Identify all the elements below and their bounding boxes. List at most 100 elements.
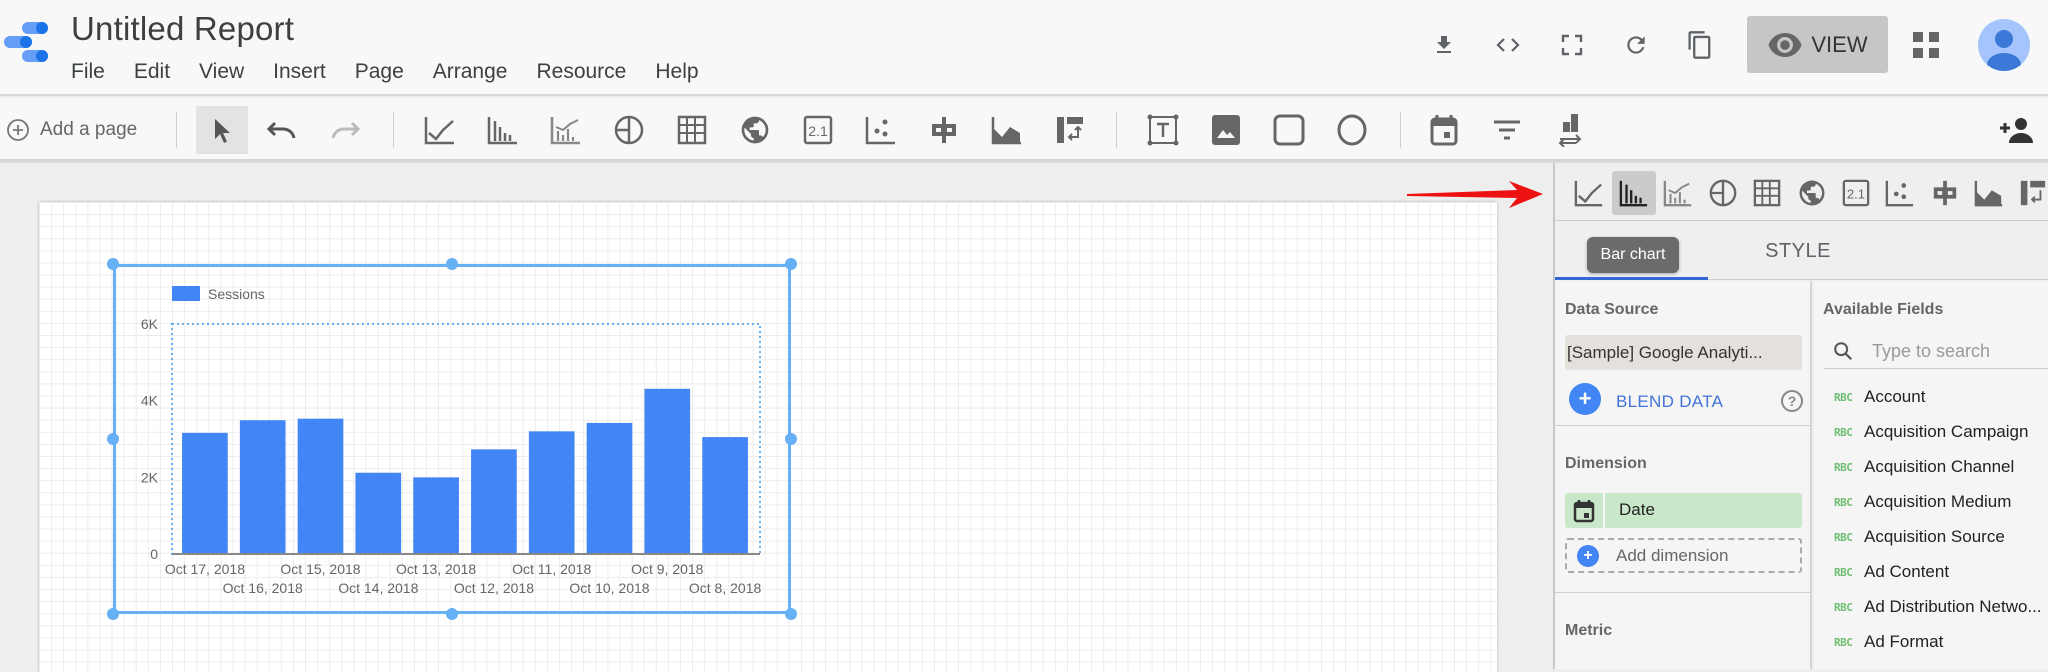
apps-grid-icon[interactable] <box>1909 28 1943 62</box>
annotation-arrow-icon <box>1407 181 1543 208</box>
data-source-heading: Data Source <box>1565 301 1659 318</box>
y-tick-label: 2K <box>141 469 159 485</box>
resize-handle-right[interactable] <box>785 433 797 445</box>
tab-style[interactable]: STYLE <box>1708 222 1888 280</box>
bar-chart-icon-selected[interactable] <box>1612 171 1656 215</box>
data-config-column: Data Source [Sample] Google Analyti... +… <box>1555 281 1812 669</box>
scorecard-icon[interactable]: 2.1 <box>798 110 838 150</box>
menu-arrange[interactable]: Arrange <box>433 60 508 84</box>
report-title[interactable]: Untitled Report <box>71 10 294 48</box>
bar <box>644 388 691 554</box>
pivot-table-icon[interactable] <box>2013 173 2048 213</box>
geo-map-icon[interactable] <box>735 110 775 150</box>
dimension-chip-date[interactable]: Date <box>1565 493 1802 528</box>
bar-chart-tooltip: Bar chart <box>1587 237 1679 273</box>
view-mode-button[interactable]: VIEW <box>1747 16 1888 73</box>
field-item[interactable]: RBC Acquisition Campaign <box>1814 419 2048 449</box>
refresh-icon[interactable] <box>1619 28 1653 62</box>
help-icon[interactable]: ? <box>1781 390 1803 412</box>
filter-control-icon[interactable] <box>1487 110 1527 150</box>
y-tick-label: 4K <box>141 393 159 409</box>
bar-chart-icon[interactable] <box>483 110 523 150</box>
field-item[interactable]: RBC Ad Format <box>1814 629 2048 659</box>
resize-handle-bottom-left[interactable] <box>107 608 119 620</box>
add-page-button[interactable]: Add a page <box>6 118 137 142</box>
field-item[interactable]: RBC Acquisition Channel <box>1814 454 2048 484</box>
pie-chart-icon[interactable] <box>1703 173 1743 213</box>
text-type-icon: RBC <box>1834 531 1853 544</box>
time-series-chart-icon[interactable] <box>420 110 460 150</box>
menu-file[interactable]: File <box>71 60 105 84</box>
bullet-chart-icon[interactable] <box>1925 173 1965 213</box>
add-dimension-button[interactable]: + Add dimension <box>1565 538 1802 573</box>
geo-map-icon[interactable] <box>1792 173 1832 213</box>
menu-help[interactable]: Help <box>655 60 698 84</box>
table-icon[interactable] <box>1747 173 1787 213</box>
section-divider <box>1555 592 1812 593</box>
select-tool-button[interactable] <box>196 106 248 154</box>
resize-handle-bottom-right[interactable] <box>785 608 797 620</box>
menu-view[interactable]: View <box>199 60 244 84</box>
text-type-icon: RBC <box>1834 496 1853 509</box>
text-type-icon: RBC <box>1834 391 1853 404</box>
resize-handle-left[interactable] <box>107 433 119 445</box>
redo-icon[interactable] <box>325 110 365 150</box>
menu-resource[interactable]: Resource <box>536 60 626 84</box>
date-range-icon[interactable] <box>1424 110 1464 150</box>
field-item[interactable]: RBC Ad Distribution Netwo... <box>1814 594 2048 624</box>
bar <box>355 472 402 554</box>
x-tick-label: Oct 12, 2018 <box>454 580 534 596</box>
resize-handle-top-right[interactable] <box>785 258 797 270</box>
undo-icon[interactable] <box>262 110 302 150</box>
scatter-chart-icon[interactable] <box>1880 173 1920 213</box>
field-item[interactable]: RBC Account <box>1814 384 2048 414</box>
field-item[interactable]: RBC Ad Content <box>1814 559 2048 589</box>
bullet-chart-icon[interactable] <box>924 110 964 150</box>
toolbar-divider <box>1116 112 1117 148</box>
pie-chart-icon[interactable] <box>609 110 649 150</box>
field-search-input[interactable] <box>1872 337 2048 365</box>
data-source-selector[interactable]: [Sample] Google Analyti... <box>1565 335 1802 370</box>
fullscreen-icon[interactable] <box>1555 28 1589 62</box>
copy-icon[interactable] <box>1683 28 1717 62</box>
text-box-icon[interactable] <box>1143 110 1183 150</box>
view-button-label: VIEW <box>1811 31 1868 57</box>
add-page-label: Add a page <box>40 119 138 140</box>
rectangle-icon[interactable] <box>1269 110 1309 150</box>
blend-data-button[interactable]: BLEND DATA <box>1616 392 1723 412</box>
scorecard-icon[interactable]: 2.1 <box>1836 173 1876 213</box>
menu-page[interactable]: Page <box>355 60 404 84</box>
area-chart-icon[interactable] <box>1969 173 2009 213</box>
combo-chart-icon[interactable] <box>546 110 586 150</box>
resize-handle-top-left[interactable] <box>107 258 119 270</box>
toolbar-divider <box>176 112 177 148</box>
area-chart-icon[interactable] <box>987 110 1027 150</box>
toolbar-divider <box>393 112 394 148</box>
data-control-icon[interactable] <box>1550 110 1590 150</box>
menu-insert[interactable]: Insert <box>273 60 326 84</box>
download-icon[interactable] <box>1427 28 1461 62</box>
embed-code-icon[interactable] <box>1491 28 1525 62</box>
section-divider <box>1555 425 1812 426</box>
dimension-heading: Dimension <box>1565 455 1647 472</box>
add-person-icon[interactable] <box>1996 110 2036 150</box>
properties-panel: 2.1 DATA STYLE Data Source [Sample] Goog… <box>1553 163 2048 669</box>
menu-edit[interactable]: Edit <box>134 60 170 84</box>
time-series-chart-icon[interactable] <box>1569 173 1609 213</box>
combo-chart-icon[interactable] <box>1658 173 1698 213</box>
resize-handle-bottom[interactable] <box>446 608 458 620</box>
field-item[interactable]: RBC Acquisition Source <box>1814 524 2048 554</box>
image-icon[interactable] <box>1206 110 1246 150</box>
y-tick-label: 6K <box>141 316 159 332</box>
legend-swatch <box>172 286 200 301</box>
table-icon[interactable] <box>672 110 712 150</box>
blend-data-add-icon[interactable]: + <box>1569 383 1601 415</box>
scatter-chart-icon[interactable] <box>861 110 901 150</box>
resize-handle-top[interactable] <box>446 258 458 270</box>
circle-icon[interactable] <box>1332 110 1372 150</box>
account-avatar-icon[interactable] <box>1978 19 2030 71</box>
pivot-table-icon[interactable] <box>1050 110 1090 150</box>
bar <box>182 432 228 554</box>
field-item[interactable]: RBC Acquisition Medium <box>1814 489 2048 519</box>
bar-chart-component[interactable]: Sessions 0 2K 4K 6K Oct 17, 2018 Oct 16, 2018 O… <box>113 264 791 614</box>
